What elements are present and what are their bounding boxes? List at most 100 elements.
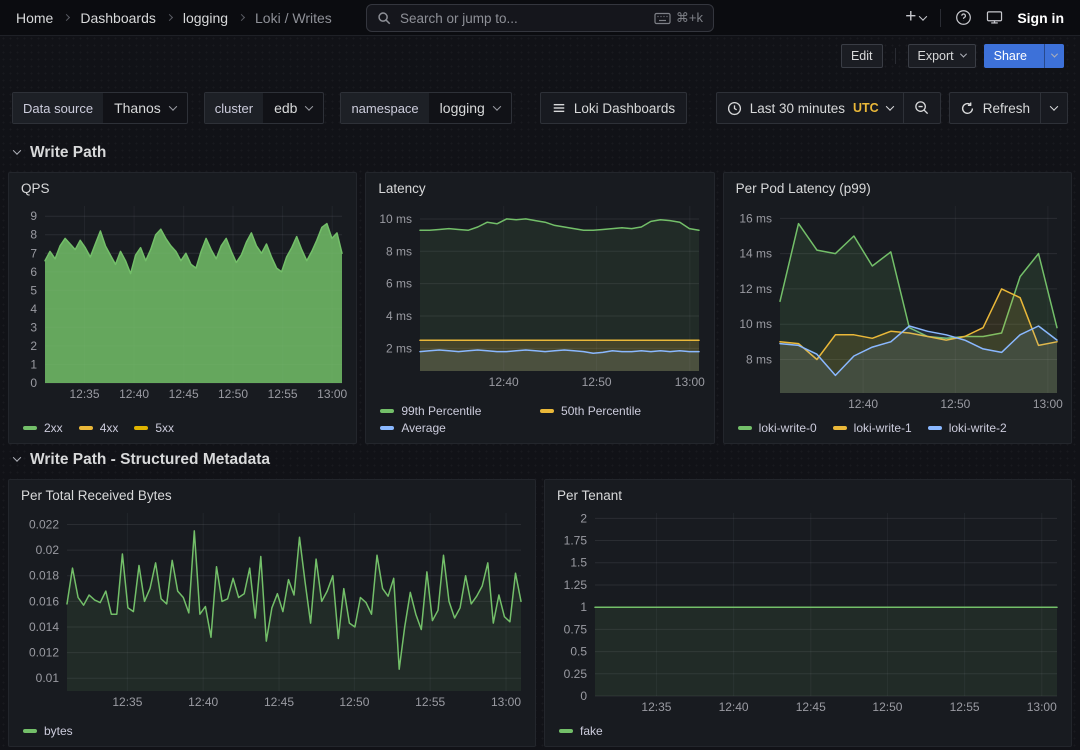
legend-swatch xyxy=(928,426,942,430)
panel-per-total-received-bytes: Per Total Received Bytes 0.010.0120.0140… xyxy=(8,479,536,747)
time-picker-group: Last 30 minutes UTC xyxy=(716,92,941,124)
svg-text:12:55: 12:55 xyxy=(950,700,980,714)
edit-button[interactable]: Edit xyxy=(841,44,883,68)
cluster-select[interactable]: edb xyxy=(263,93,323,123)
new-dropdown-button[interactable]: + xyxy=(905,9,926,26)
svg-text:4 ms: 4 ms xyxy=(386,309,412,323)
chevron-down-icon xyxy=(493,102,501,110)
legend-item[interactable]: fake xyxy=(559,724,603,738)
divider xyxy=(895,48,896,64)
share-dropdown-button[interactable] xyxy=(1044,44,1064,68)
legend-item[interactable]: loki-write-2 xyxy=(928,421,1007,435)
svg-text:1: 1 xyxy=(30,357,37,371)
chevron-down-icon xyxy=(919,12,927,20)
top-nav: Home Dashboards logging Loki / Writes Se… xyxy=(0,0,1080,36)
panel-qps: QPS 012345678912:3512:4012:4512:5012:551… xyxy=(8,172,357,444)
svg-text:0.25: 0.25 xyxy=(564,667,588,681)
svg-text:2: 2 xyxy=(30,339,37,353)
panel-latency: Latency 2 ms4 ms6 ms8 ms10 ms12:4012:501… xyxy=(365,172,714,444)
per-tenant-chart[interactable]: 00.250.50.7511.251.51.75212:3512:4012:45… xyxy=(551,507,1065,721)
svg-text:0: 0 xyxy=(30,376,37,390)
svg-text:3: 3 xyxy=(30,320,37,334)
time-controls: Last 30 minutes UTC Refresh xyxy=(716,92,1068,124)
divider xyxy=(940,9,941,27)
time-range-picker[interactable]: Last 30 minutes UTC xyxy=(717,93,903,123)
svg-text:6 ms: 6 ms xyxy=(386,277,412,291)
panel-row-1: QPS 012345678912:3512:4012:4512:5012:551… xyxy=(8,172,1072,429)
svg-text:10 ms: 10 ms xyxy=(739,317,772,331)
svg-text:8 ms: 8 ms xyxy=(386,244,412,258)
qps-chart[interactable]: 012345678912:3512:4012:4512:5012:5513:00 xyxy=(15,200,350,418)
chart-svg: 2 ms4 ms6 ms8 ms10 ms12:4012:5013:00 xyxy=(372,200,707,391)
svg-text:12:45: 12:45 xyxy=(264,695,294,709)
legend-item[interactable]: loki-write-1 xyxy=(833,421,912,435)
legend-item[interactable]: 4xx xyxy=(79,421,119,435)
export-button[interactable]: Export xyxy=(908,44,976,68)
namespace-select[interactable]: logging xyxy=(429,93,511,123)
breadcrumb: Home Dashboards logging Loki / Writes xyxy=(16,10,332,26)
svg-text:13:00: 13:00 xyxy=(675,375,705,389)
section-structured-metadata[interactable]: Write Path - Structured Metadata xyxy=(14,451,1066,469)
breadcrumb-logging[interactable]: logging xyxy=(183,10,228,26)
dashboard-toolbar: Edit Export Share xyxy=(0,36,1080,76)
panel-title[interactable]: Per Total Received Bytes xyxy=(9,487,535,507)
chevron-down-icon xyxy=(13,453,21,461)
legend-swatch xyxy=(380,426,394,430)
bytes-legend: bytes xyxy=(9,721,535,742)
namespace-label: namespace xyxy=(341,93,428,123)
legend-item[interactable]: 2xx xyxy=(23,421,63,435)
tenant-legend: fake xyxy=(545,721,1071,742)
refresh-icon xyxy=(960,101,975,116)
filter-row: Data source Thanos cluster edb namespace… xyxy=(12,92,1068,124)
legend-item[interactable]: Average xyxy=(380,421,524,435)
svg-text:12:50: 12:50 xyxy=(872,700,902,714)
datasource-select[interactable]: Thanos xyxy=(103,93,187,123)
breadcrumb-home[interactable]: Home xyxy=(16,10,53,26)
share-button[interactable]: Share xyxy=(984,44,1037,68)
variable-controls: Data source Thanos cluster edb namespace… xyxy=(12,92,687,124)
nav-actions: + Sign in xyxy=(905,9,1064,27)
legend-swatch xyxy=(738,426,752,430)
received-bytes-chart[interactable]: 0.010.0120.0140.0160.0180.020.02212:3512… xyxy=(15,507,529,721)
loki-dashboards-button[interactable]: Loki Dashboards xyxy=(540,92,687,124)
svg-text:0.018: 0.018 xyxy=(29,569,59,583)
panel-title[interactable]: Latency xyxy=(366,180,713,200)
latency-legend: 99th Percentile 50th Percentile Average xyxy=(366,401,713,439)
legend-item[interactable]: 99th Percentile xyxy=(380,404,524,418)
legend-swatch xyxy=(23,729,37,733)
panel-title[interactable]: Per Tenant xyxy=(545,487,1071,507)
chevron-down-icon xyxy=(305,102,313,110)
legend-item[interactable]: 50th Percentile xyxy=(540,404,684,418)
legend-swatch xyxy=(23,426,37,430)
svg-text:0.012: 0.012 xyxy=(29,646,59,660)
svg-text:16 ms: 16 ms xyxy=(739,211,772,225)
svg-text:12:40: 12:40 xyxy=(119,387,149,401)
refresh-button[interactable]: Refresh xyxy=(950,93,1040,123)
legend-item[interactable]: bytes xyxy=(23,724,73,738)
svg-text:5: 5 xyxy=(30,283,37,297)
legend-item[interactable]: 5xx xyxy=(134,421,174,435)
panel-title[interactable]: QPS xyxy=(9,180,356,200)
sign-in-button[interactable]: Sign in xyxy=(1017,10,1064,26)
section-write-path[interactable]: Write Path xyxy=(14,144,1066,162)
datasource-variable: Data source Thanos xyxy=(12,92,188,124)
refresh-interval-dropdown[interactable] xyxy=(1040,93,1067,123)
qps-legend: 2xx 4xx 5xx xyxy=(9,418,356,439)
search-icon xyxy=(377,11,392,26)
help-button[interactable] xyxy=(955,9,972,26)
latency-chart[interactable]: 2 ms4 ms6 ms8 ms10 ms12:4012:5013:00 xyxy=(372,200,707,401)
panel-title[interactable]: Per Pod Latency (p99) xyxy=(724,180,1071,200)
zoom-out-button[interactable] xyxy=(903,93,940,123)
namespace-variable: namespace logging xyxy=(340,92,511,124)
legend-item[interactable]: loki-write-0 xyxy=(738,421,817,435)
svg-text:13:00: 13:00 xyxy=(1032,397,1062,411)
chevron-right-icon xyxy=(63,14,70,21)
kiosk-mode-button[interactable] xyxy=(986,10,1003,25)
per-pod-latency-chart[interactable]: 8 ms10 ms12 ms14 ms16 ms12:4012:5013:00 xyxy=(730,200,1065,418)
search-input[interactable]: Search or jump to... ⌘+k xyxy=(366,4,714,32)
svg-text:1.75: 1.75 xyxy=(564,534,588,548)
breadcrumb-dashboards[interactable]: Dashboards xyxy=(80,10,156,26)
svg-text:1.25: 1.25 xyxy=(564,578,588,592)
svg-text:12:35: 12:35 xyxy=(69,387,99,401)
chevron-down-icon xyxy=(1050,102,1058,110)
